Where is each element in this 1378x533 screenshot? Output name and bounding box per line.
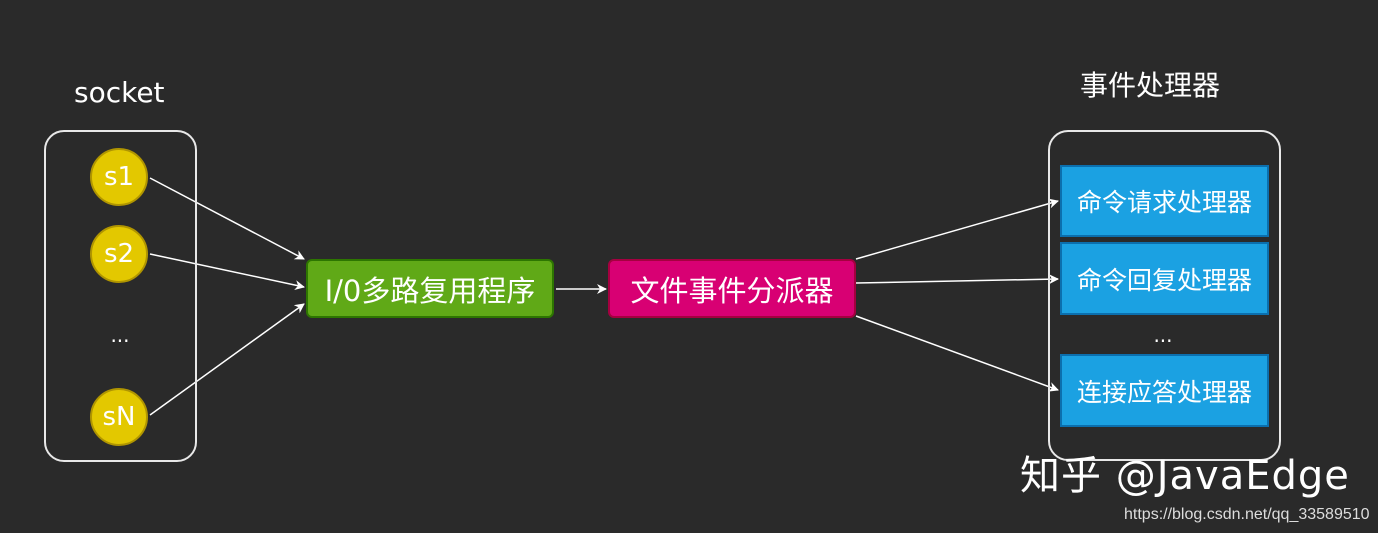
- socket-s1: s1: [90, 148, 148, 206]
- csdn-url-watermark: https://blog.csdn.net/qq_33589510: [1124, 506, 1370, 523]
- socket-s2: s2: [90, 225, 148, 283]
- arrow-dispatcher-to-accept-handler: [855, 315, 1059, 392]
- arrow-dispatcher-to-request-handler: [855, 198, 1059, 260]
- handler-ellipsis: ...: [1153, 323, 1173, 347]
- socket-group-title: socket: [74, 76, 165, 109]
- zhihu-watermark: 知乎 @JavaEdge: [1020, 453, 1350, 499]
- io-multiplexer-box: I/0多路复用程序: [306, 259, 554, 318]
- handler-command-request: 命令请求处理器: [1060, 165, 1269, 237]
- handler-command-reply: 命令回复处理器: [1060, 242, 1269, 315]
- socket-ellipsis: ...: [110, 323, 130, 347]
- socket-sn: sN: [90, 388, 148, 446]
- handler-group-title: 事件处理器: [1080, 69, 1221, 102]
- arrow-dispatcher-to-reply-handler: [855, 274, 1059, 285]
- file-event-dispatcher-box: 文件事件分派器: [608, 259, 856, 318]
- handler-connection-accept: 连接应答处理器: [1060, 354, 1269, 427]
